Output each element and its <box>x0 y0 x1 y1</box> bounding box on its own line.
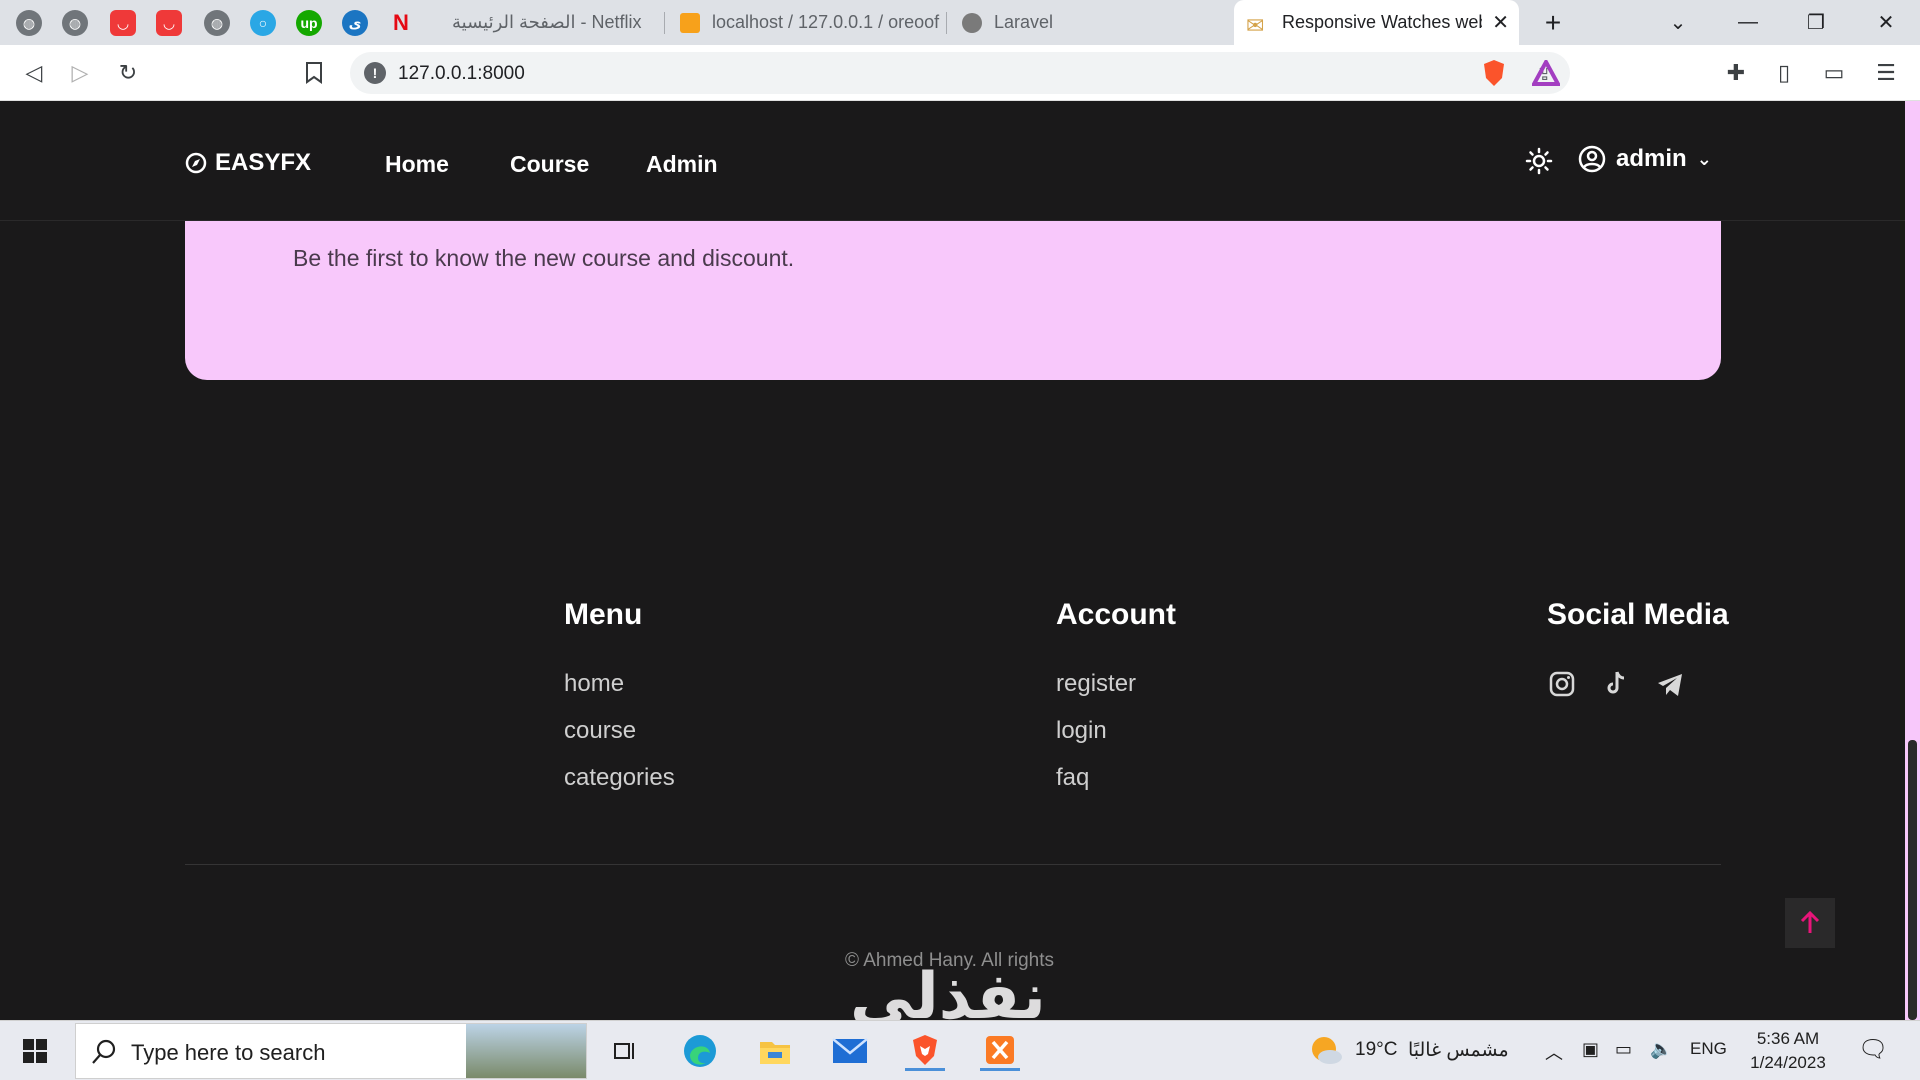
device-icon[interactable]: ▣ <box>1582 1039 1599 1060</box>
windows-taskbar: Type here to search 19°C مشمس غالبًا ︿ ▣… <box>0 1020 1920 1080</box>
tab-search-chevron-icon[interactable]: ⌄ <box>1648 0 1708 45</box>
footer-account-title: Account <box>1056 598 1176 631</box>
pinned-tab-pocket-icon[interactable]: ◡ <box>110 10 136 36</box>
footer-link-categories[interactable]: categories <box>564 764 675 792</box>
tab-netflix[interactable]: Netflix - الصفحة الرئيسية <box>440 0 665 45</box>
brave-taskbar-icon[interactable] <box>905 1031 945 1071</box>
system-clock[interactable]: 5:36 AM 1/24/2023 <box>1738 1027 1838 1075</box>
battery-icon[interactable]: ▭ <box>1615 1039 1632 1060</box>
show-hidden-icons-chevron-icon[interactable]: ︿ <box>1545 1039 1563 1065</box>
pinned-tab-netflix-icon[interactable]: N <box>388 10 414 36</box>
search-placeholder: Type here to search <box>131 1040 326 1065</box>
weather-description[interactable]: مشمس غالبًا <box>1408 1039 1509 1062</box>
page-scrollbar-thumb[interactable] <box>1908 740 1917 1020</box>
tab-active-label: Responsive Watches web <box>1282 12 1482 32</box>
tab-phpmyadmin[interactable]: localhost / 127.0.0.1 / oreoof <box>668 0 943 45</box>
file-explorer-icon[interactable] <box>755 1031 795 1071</box>
browser-toolbar: ◁ ▷ ↻ ! 127.0.0.1:8000 ⇪ ✚ ▯ ▭ ☰ <box>0 45 1920 101</box>
pinned-tab-globe-icon[interactable]: ◍ <box>204 10 230 36</box>
site-header: EASYFX Home Course Admin admin ⌄ <box>0 101 1905 221</box>
user-circle-icon <box>1578 145 1606 173</box>
reload-icon[interactable]: ↻ <box>112 57 144 89</box>
restore-button[interactable]: ❐ <box>1786 0 1846 45</box>
clock-date: 1/24/2023 <box>1750 1053 1826 1072</box>
pinned-tab-globe-icon[interactable]: ◍ <box>62 10 88 36</box>
footer-link-faq[interactable]: faq <box>1056 764 1089 792</box>
close-window-button[interactable]: ✕ <box>1856 0 1916 45</box>
tiktok-icon[interactable] <box>1600 668 1632 700</box>
brave-shields-icon[interactable] <box>1478 57 1510 89</box>
phpmyadmin-icon <box>680 12 700 33</box>
pinned-tab-app-icon[interactable]: ى <box>342 10 368 36</box>
input-language[interactable]: ENG <box>1690 1039 1727 1059</box>
footer-link-register[interactable]: register <box>1056 670 1136 698</box>
xampp-icon[interactable] <box>980 1031 1020 1071</box>
taskbar-search-box[interactable]: Type here to search <box>75 1023 587 1079</box>
brave-rewards-icon[interactable] <box>1530 57 1562 89</box>
browser-tab-bar: ◍ ◍ ◡ ◡ ◍ ○ up ى N Netflix - الصفحة الرئ… <box>0 0 1920 45</box>
forward-icon[interactable]: ▷ <box>64 57 96 89</box>
tab-separator <box>946 12 947 34</box>
newsletter-section: Be the first to know the new course and … <box>185 221 1721 380</box>
footer-link-login[interactable]: login <box>1056 717 1107 745</box>
logo-text: EASYFX <box>215 149 312 176</box>
tab-laravel[interactable]: Laravel <box>950 0 1230 45</box>
back-icon[interactable]: ◁ <box>18 57 50 89</box>
nav-course[interactable]: Course <box>510 151 589 178</box>
clock-time: 5:36 AM <box>1756 1029 1820 1048</box>
chevron-down-icon: ⌄ <box>1696 148 1712 169</box>
scroll-to-top-button[interactable] <box>1785 898 1835 948</box>
weather-temp[interactable]: 19°C <box>1355 1039 1397 1061</box>
search-highlight-image <box>466 1024 586 1078</box>
mail-app-icon[interactable] <box>830 1031 870 1071</box>
search-icon <box>92 1039 116 1064</box>
site-logo[interactable]: EASYFX <box>185 149 311 177</box>
footer-menu-title: Menu <box>564 598 643 631</box>
notification-center-icon[interactable]: 🗨 <box>1858 1035 1888 1064</box>
windows-start-icon[interactable] <box>15 1031 55 1071</box>
task-view-icon[interactable] <box>605 1031 645 1071</box>
compass-icon <box>185 152 207 174</box>
pinned-tab-globe-icon[interactable]: ◍ <box>16 10 42 36</box>
tab-netflix-label: Netflix - الصفحة الرئيسية <box>452 12 642 32</box>
footer-social-title: Social Media <box>1547 598 1729 631</box>
weather-icon[interactable] <box>1308 1033 1344 1072</box>
pinned-tab-circle-icon[interactable]: ○ <box>250 10 276 36</box>
footer-link-home[interactable]: home <box>564 670 624 698</box>
site-info-icon[interactable]: ! <box>364 62 386 84</box>
footer-link-course[interactable]: course <box>564 717 636 745</box>
footer-divider <box>185 864 1721 865</box>
tab-laravel-label: Laravel <box>994 12 1054 32</box>
menu-icon[interactable]: ☰ <box>1870 57 1902 89</box>
sidebar-icon[interactable]: ▯ <box>1768 57 1800 89</box>
username: admin <box>1616 145 1687 172</box>
edge-browser-icon[interactable] <box>680 1031 720 1071</box>
tab-separator <box>664 12 665 34</box>
tab-responsive-watches[interactable]: ✉ Responsive Watches web ✕ <box>1234 0 1519 45</box>
theme-toggle-sun-icon[interactable] <box>1525 147 1553 180</box>
nav-home[interactable]: Home <box>385 151 449 178</box>
close-tab-icon[interactable]: ✕ <box>1492 10 1509 35</box>
globe-icon <box>962 12 982 33</box>
bookmark-icon[interactable] <box>298 57 330 89</box>
wallet-icon[interactable]: ▭ <box>1818 57 1850 89</box>
nav-admin[interactable]: Admin <box>646 151 718 178</box>
pinned-tab-upwork-icon[interactable]: up <box>296 10 322 36</box>
pinned-tab-pocket-icon[interactable]: ◡ <box>156 10 182 36</box>
instagram-icon[interactable] <box>1546 668 1578 700</box>
volume-icon[interactable]: 🔈 <box>1650 1039 1672 1060</box>
new-tab-button[interactable]: + <box>1523 0 1583 45</box>
telegram-icon[interactable] <box>1654 668 1686 700</box>
url-text: 127.0.0.1:8000 <box>398 63 525 84</box>
address-bar[interactable]: ! 127.0.0.1:8000 ⇪ <box>350 52 1570 94</box>
extensions-icon[interactable]: ✚ <box>1720 57 1752 89</box>
minimize-button[interactable]: — <box>1718 0 1778 45</box>
tab-phpmyadmin-label: localhost / 127.0.0.1 / oreoof <box>712 12 940 32</box>
newsletter-text: Be the first to know the new course and … <box>293 245 795 271</box>
user-menu[interactable]: admin ⌄ <box>1578 145 1712 173</box>
mail-icon: ✉ <box>1246 12 1265 38</box>
arrow-up-icon <box>1800 910 1820 933</box>
